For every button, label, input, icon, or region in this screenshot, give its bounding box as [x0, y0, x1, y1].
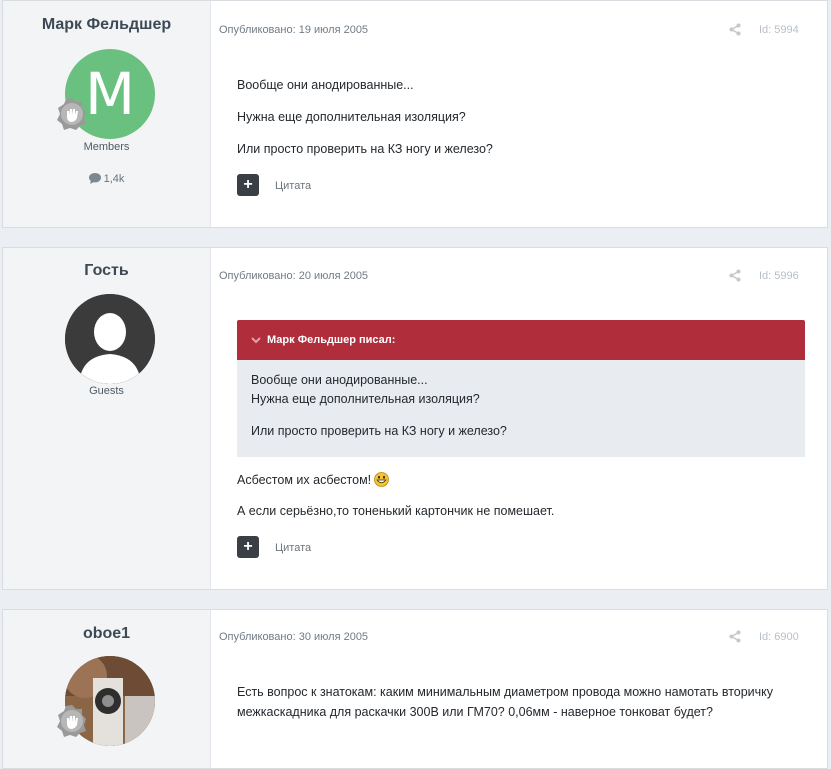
member-group: Members — [83, 141, 130, 153]
author-panel: Гость Guests — [3, 248, 211, 589]
share-icon[interactable] — [729, 630, 741, 648]
post-count: 1,4k — [3, 173, 210, 185]
post-date: Опубликовано: 20 июля 2005 — [219, 270, 369, 282]
quote-header[interactable]: Марк Фельдшер писал: — [237, 320, 805, 360]
post-line: А если серьёзно,то тоненький картончик н… — [237, 504, 555, 518]
chevron-down-icon — [251, 337, 261, 344]
post-id[interactable]: Id: 5996 — [759, 270, 799, 282]
share-icon[interactable] — [729, 23, 741, 41]
share-icon[interactable] — [729, 269, 741, 287]
avatar — [65, 294, 155, 384]
post-6900: oboe1 Опубликовано: 30 июля 2005 Id: 690… — [2, 609, 828, 769]
post-date: Опубликовано: 30 июля 2005 — [219, 631, 369, 643]
author-panel: oboe1 — [3, 610, 211, 768]
author-name-link[interactable]: oboe1 — [3, 625, 210, 643]
post-text: Есть вопрос к знатокам: каким минимальны… — [237, 685, 774, 719]
author-name: Гость — [84, 262, 129, 279]
author-panel: Марк Фельдшер M Members 1,4k — [3, 1, 211, 227]
quote-body: Вообще они анодированные... Нужна еще до… — [237, 360, 805, 457]
post-line: Нужна еще дополнительная изоляция? — [237, 110, 466, 124]
comment-icon — [88, 173, 101, 184]
multiquote-button[interactable]: + — [237, 536, 259, 558]
post-id[interactable]: Id: 6900 — [759, 631, 799, 643]
quote-line: Или просто проверить на КЗ ногу и железо… — [251, 424, 507, 438]
rank-badge-icon — [55, 97, 89, 131]
post-line: Вообще они анодированные... — [237, 78, 414, 92]
author-name-link[interactable]: Марк Фельдшер — [3, 16, 210, 34]
biggrin-smiley-icon — [374, 472, 390, 490]
quote-line: Вообще они анодированные... — [251, 373, 428, 387]
post-line: Асбестом их асбестом! — [237, 472, 390, 490]
rank-badge-icon — [55, 704, 89, 738]
quote-line: Нужна еще дополнительная изоляция? — [251, 392, 480, 406]
multiquote-button[interactable]: + — [237, 174, 259, 196]
post-id[interactable]: Id: 5994 — [759, 24, 799, 36]
post-5996: Гость Guests Опубликовано: 20 июля 2005 … — [2, 247, 828, 590]
quote-link[interactable]: Цитата — [275, 542, 311, 554]
member-group: Guests — [89, 385, 124, 397]
post-5994: Марк Фельдшер M Members 1,4k Опубликован… — [2, 0, 828, 228]
quote-link[interactable]: Цитата — [275, 180, 311, 192]
post-line: Или просто проверить на КЗ ногу и железо… — [237, 142, 493, 156]
quote-block: Марк Фельдшер писал: Вообще они анодиров… — [237, 320, 805, 457]
default-user-icon — [65, 294, 155, 384]
post-date: Опубликовано: 19 июля 2005 — [219, 24, 369, 36]
